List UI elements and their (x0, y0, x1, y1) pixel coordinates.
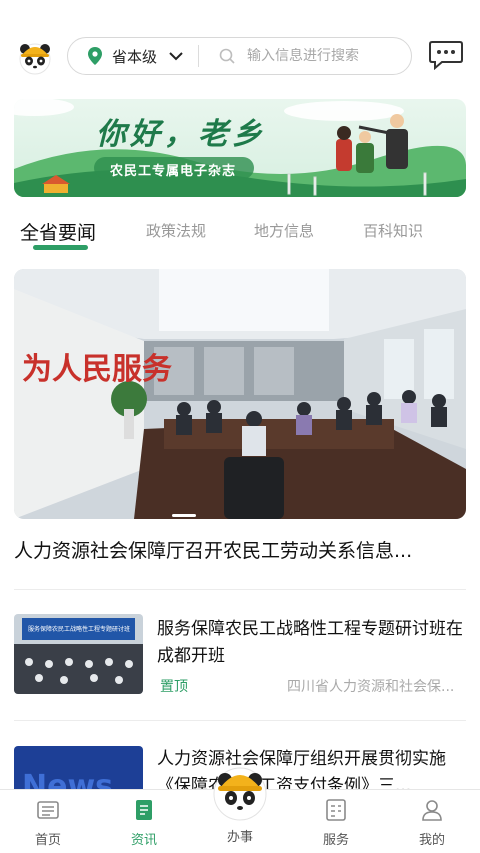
tab-local-info[interactable]: 地方信息 (254, 220, 314, 241)
nav-label: 服务 (322, 833, 349, 848)
profile-icon (422, 800, 442, 821)
tab-province-news[interactable]: 全省要闻 (20, 218, 96, 245)
news-title[interactable]: 服务保障农民工战略性工程专题研讨班在成都开班 (157, 616, 467, 670)
active-tab-indicator (33, 245, 88, 250)
panda-hardhat-icon[interactable] (212, 762, 268, 822)
nav-label-center[interactable]: 办事 (210, 826, 270, 845)
divider (14, 720, 466, 721)
thumb-banner-text: 服务保障农民工战略性工程专题研讨班 (28, 625, 130, 633)
seminar-photo: 服务保障农民工战略性工程专题研讨班 (14, 614, 143, 694)
nav-label: 资讯 (130, 833, 157, 848)
wall-slogan: 为人民服务 (22, 352, 172, 387)
message-icon[interactable] (429, 40, 463, 70)
banner-subtitle: 农民工专属电子杂志 (110, 164, 237, 179)
tab-encyclopedia[interactable]: 百科知识 (363, 220, 423, 241)
tab-policy[interactable]: 政策法规 (146, 220, 206, 241)
magazine-banner[interactable]: 你好，老乡 农民工专属电子杂志 (14, 99, 466, 197)
top-header: 省本级 (0, 0, 480, 96)
nav-label: 我的 (418, 833, 445, 848)
region-selector[interactable]: 省本级 (68, 38, 198, 74)
nav-home[interactable]: 首页 (18, 798, 78, 848)
feature-image[interactable]: 为人民服务 (14, 269, 466, 519)
divider (14, 589, 466, 590)
chevron-down-icon (169, 52, 183, 61)
panda-avatar-icon[interactable] (16, 38, 54, 76)
news-thumbnail[interactable]: 服务保障农民工战略性工程专题研讨班 (14, 614, 143, 694)
search-bar[interactable]: 省本级 (67, 37, 412, 75)
nav-news[interactable]: 资讯 (114, 798, 174, 848)
feature-title[interactable]: 人力资源社会保障厅召开农民工劳动关系信息... (14, 536, 469, 563)
news-source: 四川省人力资源和社会保... (287, 679, 455, 695)
location-pin-icon (88, 47, 102, 65)
nav-label: 首页 (34, 833, 61, 848)
pinned-badge: 置顶 (160, 679, 188, 695)
home-icon (37, 801, 59, 819)
search-input[interactable] (247, 48, 407, 64)
meeting-photo: 为人民服务 (14, 269, 466, 519)
news-icon (136, 800, 152, 820)
banner-title: 你好，老乡 (96, 117, 266, 152)
nav-profile[interactable]: 我的 (402, 798, 462, 848)
search-icon (219, 48, 235, 64)
category-tabs: 全省要闻 政策法规 地方信息 百科知识 (0, 212, 480, 258)
nav-service[interactable]: 服务 (306, 798, 366, 848)
region-label: 省本级 (112, 47, 158, 66)
service-icon (326, 799, 346, 821)
search-divider (198, 45, 199, 67)
